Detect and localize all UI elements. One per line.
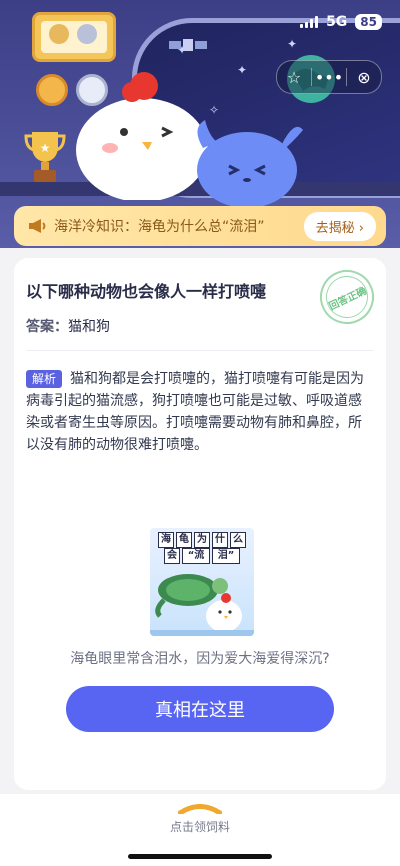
explanation-text: 猫和狗都是会打喷嚏的，猫打喷嚏有可能是因为病毒引起的猫流感，狗打喷嚏也可能是过敏… [26,371,365,453]
favorite-star-button[interactable]: ☆ [277,61,311,93]
illus-char: 龟 [176,532,192,548]
illus-char: “流 [182,548,210,564]
illustration-title: 海龟为什么 会 “流 泪” [150,532,254,564]
close-button[interactable]: ⊗ [347,61,381,93]
stamp-text: 回答正确 [327,285,369,313]
divider [26,350,374,351]
illus-char: 为 [194,532,210,548]
gold-medal-icon [49,24,69,44]
reveal-button-label: 去揭秘 [315,220,355,236]
silver-medal-icon [77,24,97,44]
illus-char: 么 [230,532,246,548]
status-bar: 5G 85 [300,14,382,30]
turtle-chicken-art [150,574,254,636]
mini-program-capsule: ☆ ••• ⊗ [276,60,382,94]
notice-text: 海洋冷知识：海龟为什么总“流泪” [54,219,265,235]
bottom-bar: 点击领饲料 [0,794,400,866]
explain-tag: 解析 [26,370,63,388]
satellite-icon [169,39,207,51]
answer-value: 猫和狗 [68,319,110,335]
caption: 海龟眼里常含泪水，因为爱大海爱得深沉? [70,651,330,667]
chevron-up-icon[interactable] [178,804,222,814]
explanation: 解析 猫和狗都是会打喷嚏的，猫打喷嚏有可能是因为病毒引起的猫流感，狗打喷嚏也可能是… [26,368,372,456]
illus-char: 泪” [212,548,240,564]
illus-char: 会 [164,548,180,564]
notice-bar[interactable]: 海洋冷知识：海龟为什么总“流泪” 去揭秘 › [14,206,386,246]
more-dots-icon: ••• [314,67,344,87]
blue-mascot [197,120,303,208]
signal-icon [300,16,319,28]
answer-line: 答案：猫和狗 [26,316,110,336]
megaphone-icon [26,215,48,237]
more-button[interactable]: ••• [312,61,346,93]
question-title: 以下哪种动物也会像人一样打喷嚏 [26,282,267,301]
medal-frame [32,12,116,62]
bronze-medal-icon [36,74,68,106]
trophy-icon: ★ [24,132,66,182]
illus-char: 海 [158,532,174,548]
truth-button[interactable]: 真相在这里 [66,686,334,732]
svg-text:★: ★ [40,141,51,155]
battery-level: 85 [355,14,382,30]
reveal-button[interactable]: 去揭秘 › [303,211,376,241]
home-indicator [128,854,272,859]
question-card: 以下哪种动物也会像人一样打喷嚏 回答正确 答案：猫和狗 解析 猫和狗都是会打喷嚏的… [14,258,386,790]
network-label: 5G [326,14,348,30]
turtle-illustration[interactable]: 海龟为什么 会 “流 泪” [150,528,254,636]
star-icon: ☆ [286,67,302,87]
get-feed-label[interactable]: 点击领饲料 [0,818,400,835]
close-circle-icon: ⊗ [357,67,371,87]
correct-stamp: 回答正确 [311,261,383,333]
answer-label: 答案： [26,319,68,335]
illus-char: 什 [212,532,228,548]
